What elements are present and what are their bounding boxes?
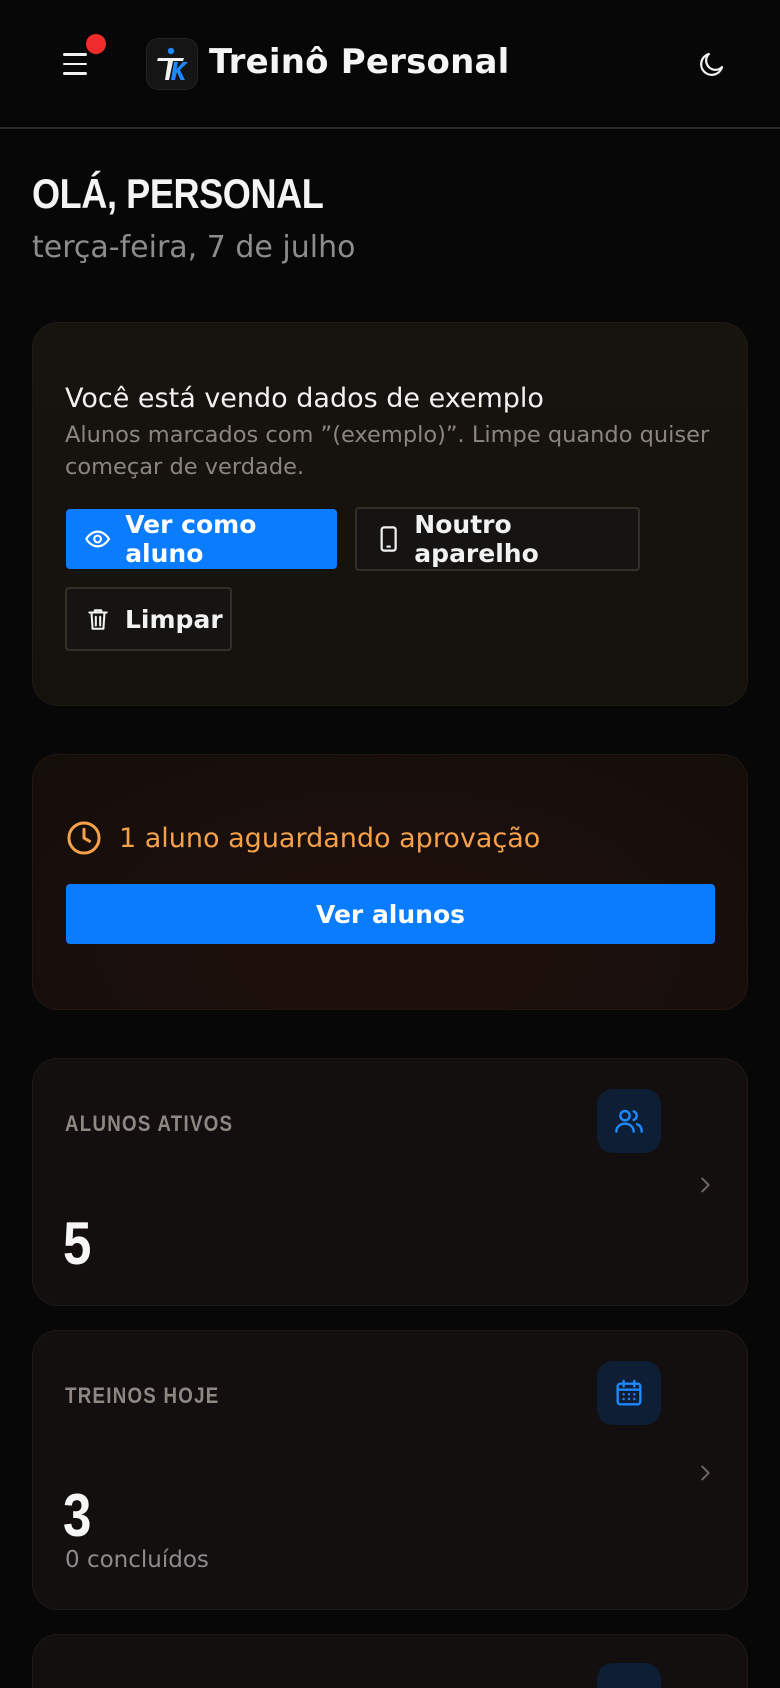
- view-students-label: Ver alunos: [315, 899, 466, 929]
- page-title: OLÁ, PERSONAL: [32, 170, 324, 217]
- stat-value: 3: [63, 1482, 92, 1549]
- menu-icon-bar: [63, 62, 87, 66]
- app-title: Treinô Personal: [209, 42, 510, 82]
- app-header: Treinô Personal: [0, 0, 780, 129]
- stat-card-workouts-today[interactable]: TREINOS HOJE 3 0 concluídos: [32, 1330, 748, 1610]
- chevron-right-icon: [693, 1461, 717, 1485]
- moon-icon: [700, 52, 724, 76]
- clear-label: Limpar: [125, 604, 223, 634]
- eye-icon: [85, 530, 111, 548]
- stat-subtext: 0 concluídos: [65, 1547, 209, 1573]
- clock-icon: [67, 821, 101, 855]
- pending-approval-row: 1 aluno aguardando aprovação: [65, 819, 540, 857]
- other-device-button[interactable]: Noutro aparelho: [355, 507, 640, 571]
- notification-badge: [86, 34, 106, 54]
- stat-icon-tile: [597, 1361, 661, 1425]
- menu-icon: [63, 53, 87, 56]
- stat-icon-tile: [597, 1663, 661, 1688]
- theme-toggle-button[interactable]: [694, 46, 730, 82]
- view-students-button[interactable]: Ver alunos: [66, 884, 715, 944]
- trash-icon: [88, 609, 108, 630]
- pending-approval-text: 1 aluno aguardando aprovação: [119, 822, 541, 854]
- clear-demo-data-button[interactable]: Limpar: [65, 587, 232, 651]
- stat-label: TREINOS HOJE: [65, 1383, 220, 1408]
- other-device-label: Noutro aparelho: [414, 510, 539, 568]
- demo-card-description: Alunos marcados com ”(exemplo)”. Limpe q…: [65, 422, 710, 480]
- logo-icon: [157, 47, 188, 80]
- pending-approval-card: 1 aluno aguardando aprovação Ver alunos: [32, 754, 748, 1010]
- stat-icon-tile: [597, 1089, 661, 1153]
- demo-card-title: Você está vendo dados de exemplo: [65, 383, 544, 414]
- view-as-student-label: Ver como aluno: [125, 510, 257, 568]
- demo-data-card: Você está vendo dados de exemplo Alunos …: [32, 322, 748, 706]
- calendar-icon: [616, 1379, 642, 1406]
- stat-value: 5: [63, 1210, 92, 1277]
- current-date: terça-feira, 7 de julho: [32, 230, 356, 265]
- menu-icon-bar: [63, 72, 87, 75]
- smartphone-icon: [380, 526, 397, 552]
- app-logo: [146, 38, 198, 90]
- stat-card-partial[interactable]: [32, 1634, 748, 1688]
- stat-label: ALUNOS ATIVOS: [65, 1111, 234, 1136]
- view-as-student-button[interactable]: Ver como aluno: [66, 509, 337, 569]
- stat-card-active-students[interactable]: ALUNOS ATIVOS 5: [32, 1058, 748, 1306]
- chevron-right-icon: [693, 1173, 717, 1197]
- dashboard-page: Treinô Personal OLÁ, PERSONAL terça-feir…: [0, 0, 780, 1688]
- users-icon: [615, 1109, 643, 1133]
